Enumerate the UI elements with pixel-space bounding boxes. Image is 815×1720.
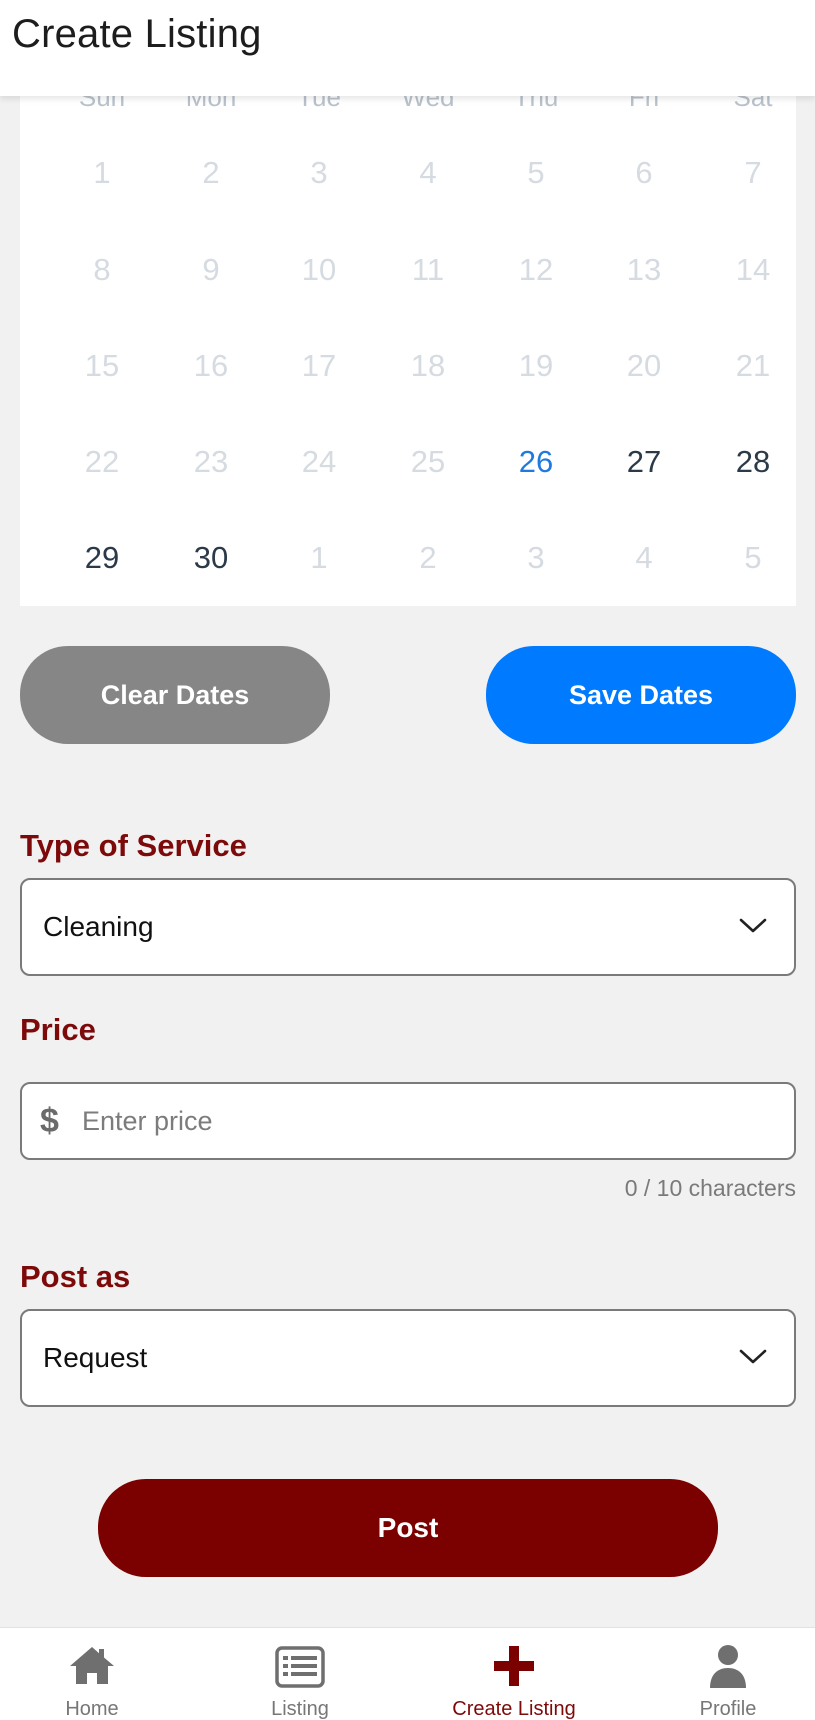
service-type-label: Type of Service bbox=[20, 828, 247, 863]
post-as-select[interactable]: Request bbox=[20, 1309, 796, 1407]
calendar-day[interactable]: 27 bbox=[590, 432, 698, 492]
plus-icon bbox=[494, 1646, 534, 1686]
home-icon bbox=[70, 1647, 114, 1684]
calendar-day: 18 bbox=[410, 348, 446, 383]
calendar-day: 19 bbox=[518, 348, 554, 383]
calendar-day-today[interactable]: 26 bbox=[482, 432, 590, 492]
calendar-day: 24 bbox=[301, 444, 337, 479]
app-header: Create Listing bbox=[0, 0, 815, 96]
post-as-label: Post as bbox=[20, 1259, 131, 1294]
bottom-navigation: Home Listing Create Listing Profile bbox=[0, 1627, 815, 1720]
nav-item-create-listing[interactable]: Create Listing bbox=[412, 1628, 616, 1720]
page-title: Create Listing bbox=[12, 12, 262, 56]
nav-label-create-listing: Create Listing bbox=[452, 1698, 576, 1720]
calendar-day: 22 bbox=[84, 444, 120, 479]
calendar-day: 9 bbox=[202, 252, 220, 287]
nav-item-listing[interactable]: Listing bbox=[198, 1628, 402, 1720]
calendar-day: 1 bbox=[310, 540, 328, 575]
calendar-day[interactable]: 30 bbox=[157, 528, 265, 588]
calendar-day: 5 bbox=[527, 155, 545, 190]
calendar-day: 13 bbox=[626, 252, 662, 287]
calendar-day: 8 bbox=[93, 252, 111, 287]
create-listing-screen: Sun Mon Tue Wed Thu Fri Sat 1 2 3 4 5 6 7 8 9 10 1… bbox=[0, 0, 815, 1720]
nav-label-profile: Profile bbox=[699, 1698, 757, 1720]
calendar-day: 7 bbox=[744, 155, 762, 190]
calendar-day: 23 bbox=[193, 444, 229, 479]
clear-dates-button[interactable]: Clear Dates bbox=[20, 646, 330, 744]
calendar-day: 17 bbox=[301, 348, 337, 383]
calendar-day: 25 bbox=[410, 444, 446, 479]
nav-item-home[interactable]: Home bbox=[0, 1628, 194, 1720]
calendar: Sun Mon Tue Wed Thu Fri Sat 1 2 3 4 5 6 7 8 9 10 1… bbox=[20, 62, 796, 606]
calendar-day: 2 bbox=[202, 155, 220, 190]
service-type-value: Cleaning bbox=[43, 911, 154, 942]
nav-item-profile[interactable]: Profile bbox=[626, 1628, 815, 1720]
calendar-day: 21 bbox=[735, 348, 771, 383]
service-type-select[interactable]: Cleaning bbox=[20, 878, 796, 976]
nav-label-home: Home bbox=[65, 1698, 119, 1720]
price-field: $ bbox=[20, 1082, 796, 1160]
calendar-day: 16 bbox=[193, 348, 229, 383]
calendar-day: 4 bbox=[635, 540, 653, 575]
calendar-day: 2 bbox=[419, 540, 437, 575]
chevron-down-icon bbox=[739, 918, 767, 933]
post-as-value: Request bbox=[43, 1342, 148, 1373]
post-button[interactable]: Post bbox=[98, 1479, 718, 1577]
calendar-day: 14 bbox=[735, 252, 771, 287]
price-character-count: 0 / 10 characters bbox=[624, 1175, 796, 1201]
calendar-day: 3 bbox=[527, 540, 545, 575]
calendar-day: 3 bbox=[310, 155, 328, 190]
calendar-day: 6 bbox=[635, 155, 653, 190]
calendar-day: 15 bbox=[84, 348, 120, 383]
calendar-day: 10 bbox=[301, 252, 337, 287]
calendar-day: 12 bbox=[518, 252, 554, 287]
save-dates-button[interactable]: Save Dates bbox=[486, 646, 796, 744]
list-icon bbox=[275, 1646, 325, 1688]
calendar-day: 11 bbox=[411, 252, 445, 287]
dollar-icon: $ bbox=[40, 1102, 59, 1140]
calendar-day: 1 bbox=[93, 155, 111, 190]
chevron-down-icon bbox=[739, 1349, 767, 1364]
calendar-day: 5 bbox=[744, 540, 762, 575]
calendar-day: 4 bbox=[419, 155, 437, 190]
person-icon bbox=[710, 1645, 746, 1688]
calendar-day[interactable]: 28 bbox=[699, 432, 807, 492]
price-label: Price bbox=[20, 1012, 96, 1047]
nav-label-listing: Listing bbox=[271, 1698, 329, 1720]
price-input[interactable] bbox=[82, 1092, 772, 1150]
calendar-day[interactable]: 29 bbox=[48, 528, 156, 588]
calendar-day: 20 bbox=[626, 348, 662, 383]
